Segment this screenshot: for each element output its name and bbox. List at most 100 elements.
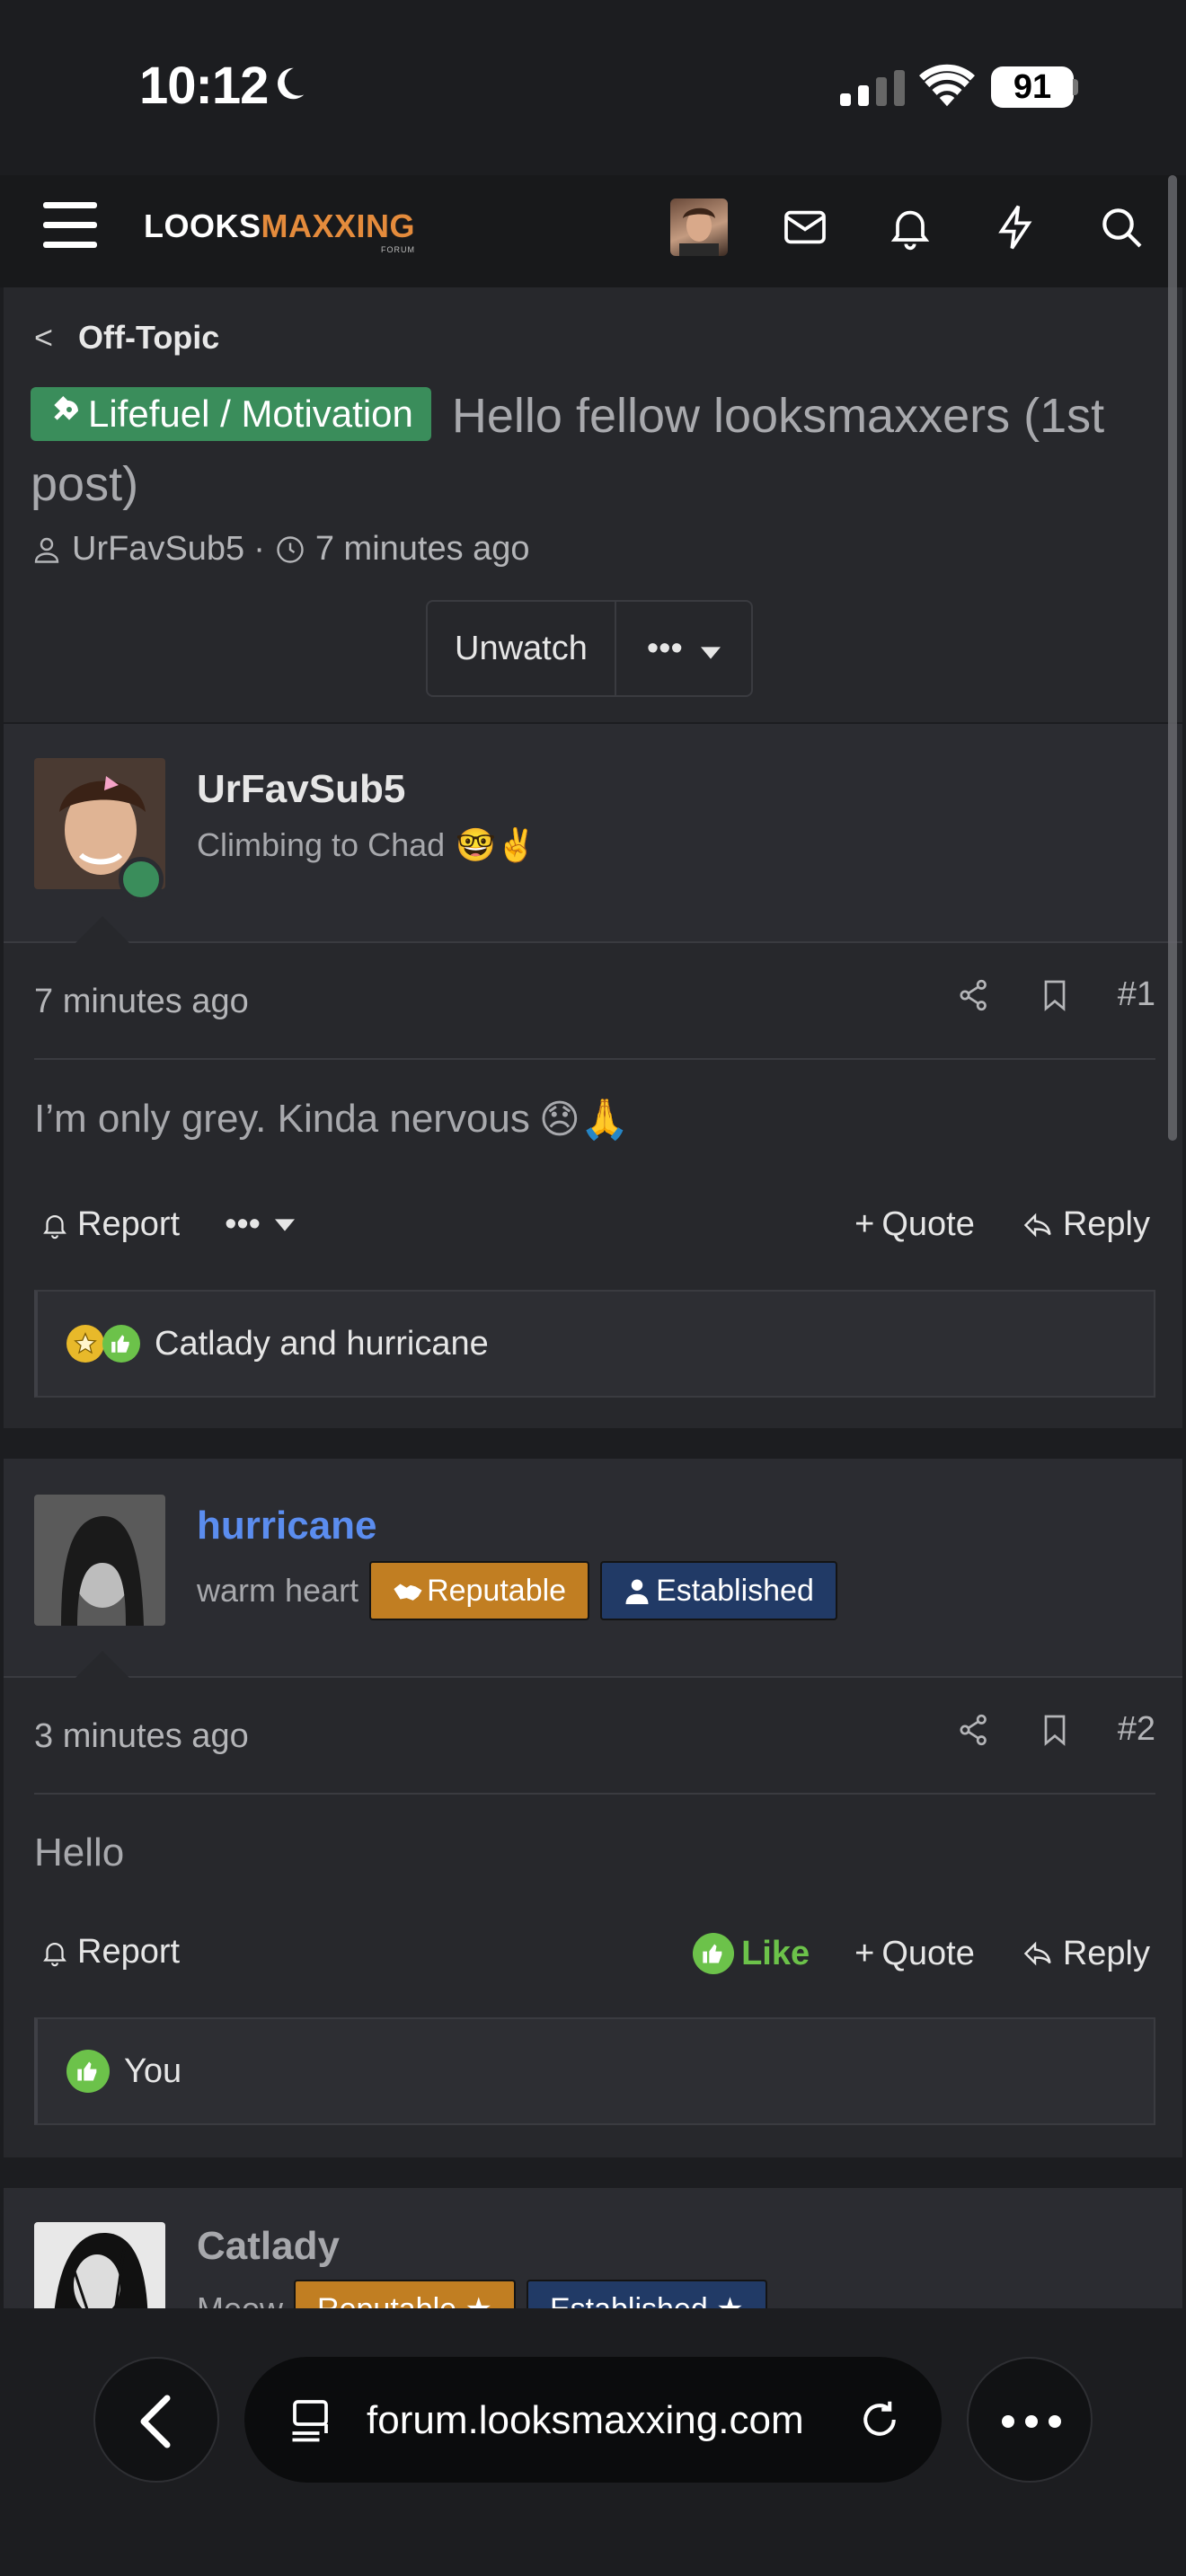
status-time: 10:12	[139, 57, 269, 115]
reply-button[interactable]: Reply	[1020, 1935, 1150, 1973]
unwatch-button[interactable]: Unwatch	[428, 602, 615, 695]
post-tools: #2	[956, 1710, 1155, 1749]
user-title: Climbing to Chad 🤓✌️	[197, 826, 536, 863]
clock-icon	[277, 535, 304, 563]
thread-title: Lifefuel / Motivation Hello fellow looks…	[31, 382, 1154, 518]
like-button[interactable]: Like	[693, 1933, 810, 1974]
address-bar[interactable]: forum.looksmaxxing.com	[244, 2357, 942, 2483]
whats-new-bolt-icon[interactable]	[991, 202, 1041, 252]
post-1-body: 7 minutes ago #1 I’m only grey. Kinda ne…	[4, 943, 1182, 1446]
chevron-left-icon	[140, 2395, 171, 2448]
thread-age[interactable]: 7 minutes ago	[315, 530, 530, 569]
search-icon[interactable]	[1096, 202, 1146, 252]
bookmark-icon[interactable]	[1037, 977, 1073, 1013]
post-pointer	[75, 1651, 129, 1678]
thread-actions: Unwatch •••	[426, 600, 754, 697]
account-avatar[interactable]	[670, 198, 728, 256]
user-title: warm heart Reputable Established	[197, 1561, 837, 1620]
url-text: forum.looksmaxxing.com	[367, 2398, 804, 2442]
established-badge[interactable]: Established	[600, 1561, 837, 1620]
page-scrollbar[interactable]	[1168, 175, 1177, 1141]
more-dots-icon	[1002, 2415, 1061, 2428]
section-separator	[4, 1428, 1182, 1459]
wifi-icon	[919, 64, 975, 107]
post-emoji: 😞🙏	[538, 1098, 630, 1142]
user-icon	[625, 1579, 649, 1604]
bell-icon[interactable]	[885, 202, 935, 252]
established-badge[interactable]: Established ★	[526, 2280, 767, 2308]
post-3-header: Catlady Meow Reputable ★ Established ★	[4, 2188, 1182, 2308]
site-header: LOOKSMAXXING FORUM	[0, 175, 1186, 287]
post-number[interactable]: #2	[1118, 1710, 1155, 1749]
post-number[interactable]: #1	[1118, 975, 1155, 1014]
user-title-emoji: 🤓✌️	[456, 826, 536, 863]
browser-back-button[interactable]	[93, 2357, 219, 2483]
browser-more-button[interactable]	[967, 2357, 1093, 2483]
site-logo[interactable]: LOOKSMAXXING FORUM	[144, 207, 415, 254]
browser-toolbar: forum.looksmaxxing.com	[0, 2308, 1186, 2576]
moon-icon	[278, 67, 305, 100]
avatar[interactable]	[34, 2222, 165, 2308]
quote-button[interactable]: + Quote	[854, 1205, 975, 1244]
thread-meta: UrFavSub5 · 7 minutes ago	[31, 530, 530, 569]
divider	[34, 1058, 1155, 1060]
post-more-button[interactable]: •••	[225, 1205, 295, 1244]
post-pointer	[75, 916, 129, 943]
chevron-left-icon: <	[34, 319, 54, 356]
post-content: I’m only grey. Kinda nervous 😞🙏	[34, 1097, 630, 1142]
online-status-icon	[119, 857, 164, 902]
avatar[interactable]	[34, 1495, 165, 1626]
post-time[interactable]: 7 minutes ago	[34, 983, 249, 1021]
thread-author[interactable]: UrFavSub5	[72, 530, 244, 569]
user-title: Meow Reputable ★ Established ★	[197, 2280, 767, 2308]
post-username[interactable]: Catlady	[197, 2224, 340, 2269]
star-reaction-icon	[66, 1325, 104, 1363]
rocket-icon	[54, 396, 78, 420]
post-actions-left: Report	[40, 1933, 180, 1972]
bookmark-icon[interactable]	[1037, 1712, 1073, 1748]
post-username[interactable]: hurricane	[197, 1504, 377, 1548]
share-icon[interactable]	[956, 1712, 992, 1748]
reactions-text: Catlady and hurricane	[155, 1324, 489, 1363]
bell-icon	[43, 1214, 66, 1239]
post-actions-left: Report •••	[40, 1205, 295, 1244]
reply-button[interactable]: Reply	[1020, 1205, 1150, 1244]
post-1-header: UrFavSub5 Climbing to Chad 🤓✌️	[4, 724, 1182, 943]
caret-down-icon	[701, 647, 721, 659]
thread-prefix-badge[interactable]: Lifefuel / Motivation	[31, 387, 431, 441]
plus-icon: +	[854, 1934, 875, 1972]
section-separator	[4, 2157, 1182, 2188]
divider	[34, 1793, 1155, 1795]
caret-down-icon	[274, 1218, 295, 1231]
post-2-header: hurricane warm heart Reputable Establish…	[4, 1459, 1182, 1678]
cellular-signal-icon	[840, 70, 905, 106]
menu-icon[interactable]	[43, 202, 97, 249]
quote-button[interactable]: + Quote	[854, 1935, 975, 1973]
reply-icon	[1023, 1213, 1051, 1237]
post-username[interactable]: UrFavSub5	[197, 767, 405, 812]
reactions-text: You	[124, 2051, 182, 2090]
thread-more-button[interactable]: •••	[614, 602, 751, 695]
battery-indicator: 91	[991, 66, 1074, 108]
like-reaction-icon	[102, 1325, 140, 1363]
breadcrumb-label: Off-Topic	[78, 319, 220, 356]
thumbs-up-icon	[693, 1933, 735, 1974]
reputable-badge[interactable]: Reputable	[369, 1561, 590, 1620]
report-button[interactable]: Report	[40, 1205, 180, 1244]
site-settings-icon	[292, 2400, 328, 2442]
inbox-icon[interactable]	[780, 202, 830, 252]
like-reaction-icon	[66, 2050, 110, 2093]
post-2-body: 3 minutes ago #2 Hello Report Like + Quot…	[4, 1678, 1182, 2145]
reload-icon[interactable]	[855, 2395, 904, 2444]
breadcrumb[interactable]: < Off-Topic	[34, 319, 219, 357]
battery-tip	[1073, 79, 1078, 95]
meta-separator: ·	[253, 530, 265, 568]
share-icon[interactable]	[956, 977, 992, 1013]
reputable-badge[interactable]: Reputable ★	[294, 2280, 516, 2308]
reactions-bar[interactable]: You	[34, 2017, 1155, 2125]
post-tools: #1	[956, 975, 1155, 1014]
reactions-bar[interactable]: Catlady and hurricane	[34, 1290, 1155, 1398]
post-content: Hello	[34, 1831, 125, 1875]
report-button[interactable]: Report	[40, 1933, 180, 1972]
post-time[interactable]: 3 minutes ago	[34, 1717, 249, 1756]
